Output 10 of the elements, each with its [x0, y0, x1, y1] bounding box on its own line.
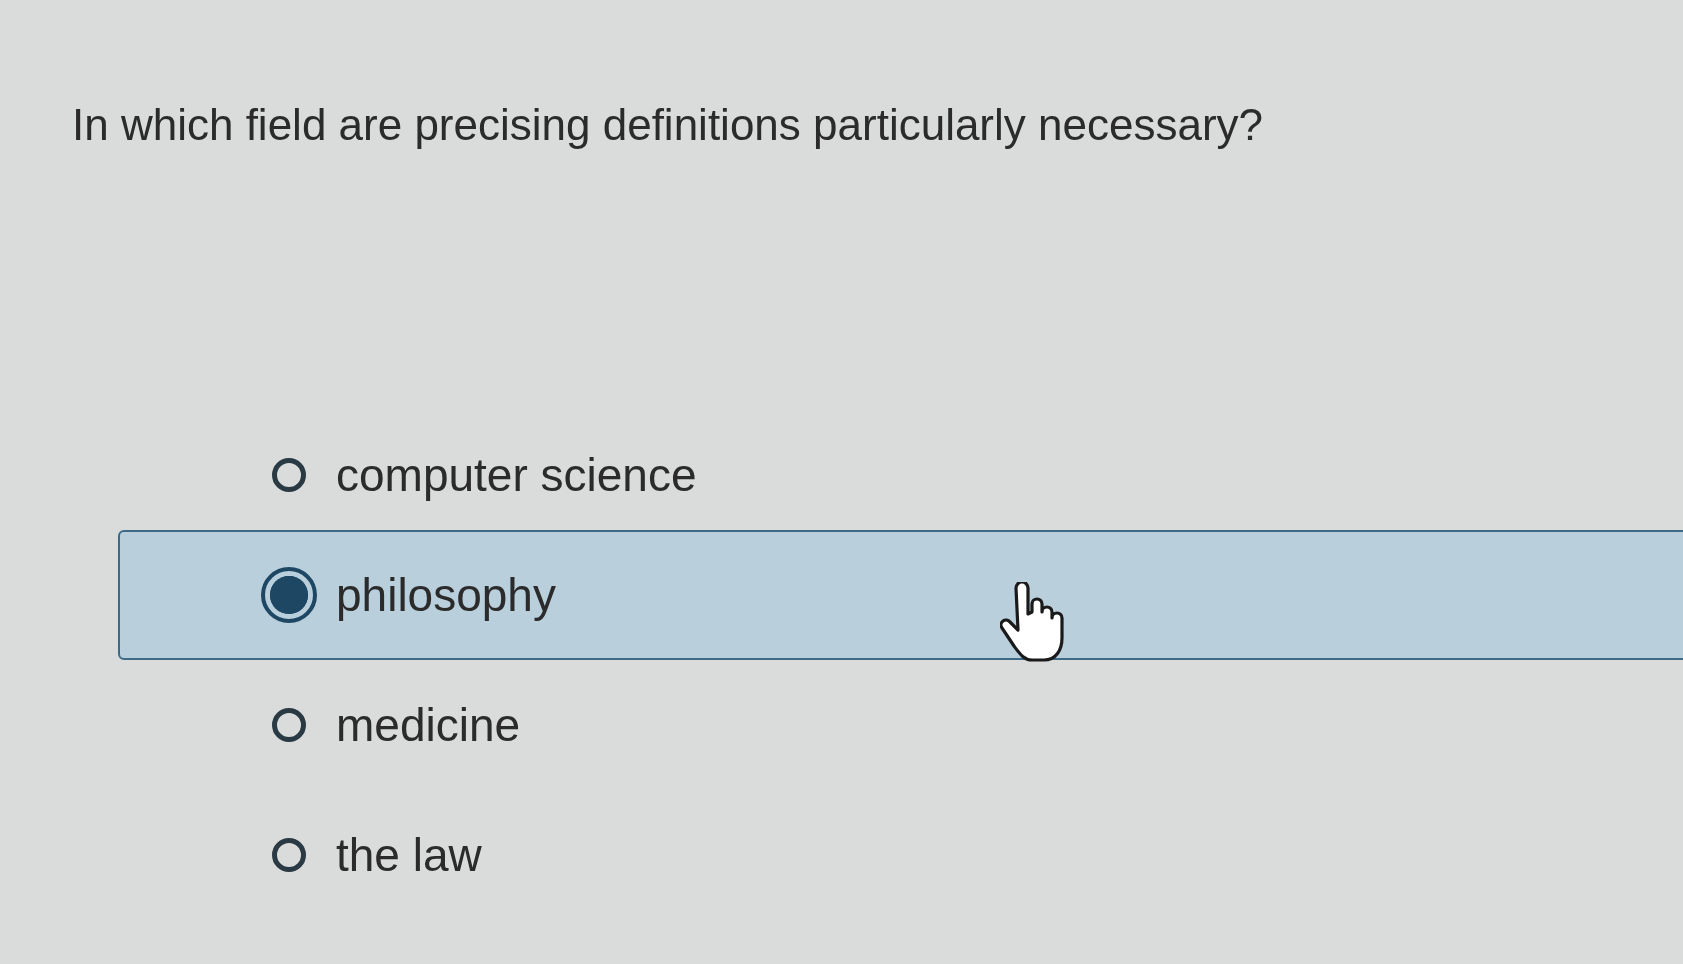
- radio-button[interactable]: [272, 838, 306, 872]
- option-label[interactable]: medicine: [336, 698, 521, 752]
- option-label[interactable]: computer science: [336, 448, 697, 502]
- option-label[interactable]: philosophy: [336, 568, 556, 622]
- radio-button[interactable]: [272, 458, 306, 492]
- selected-option-row[interactable]: philosophy: [118, 530, 1683, 660]
- radio-button[interactable]: [272, 708, 306, 742]
- question-text: In which field are precising definitions particularly necessary?: [72, 100, 1265, 150]
- option-label[interactable]: the law: [336, 828, 482, 882]
- radio-button[interactable]: [261, 567, 317, 623]
